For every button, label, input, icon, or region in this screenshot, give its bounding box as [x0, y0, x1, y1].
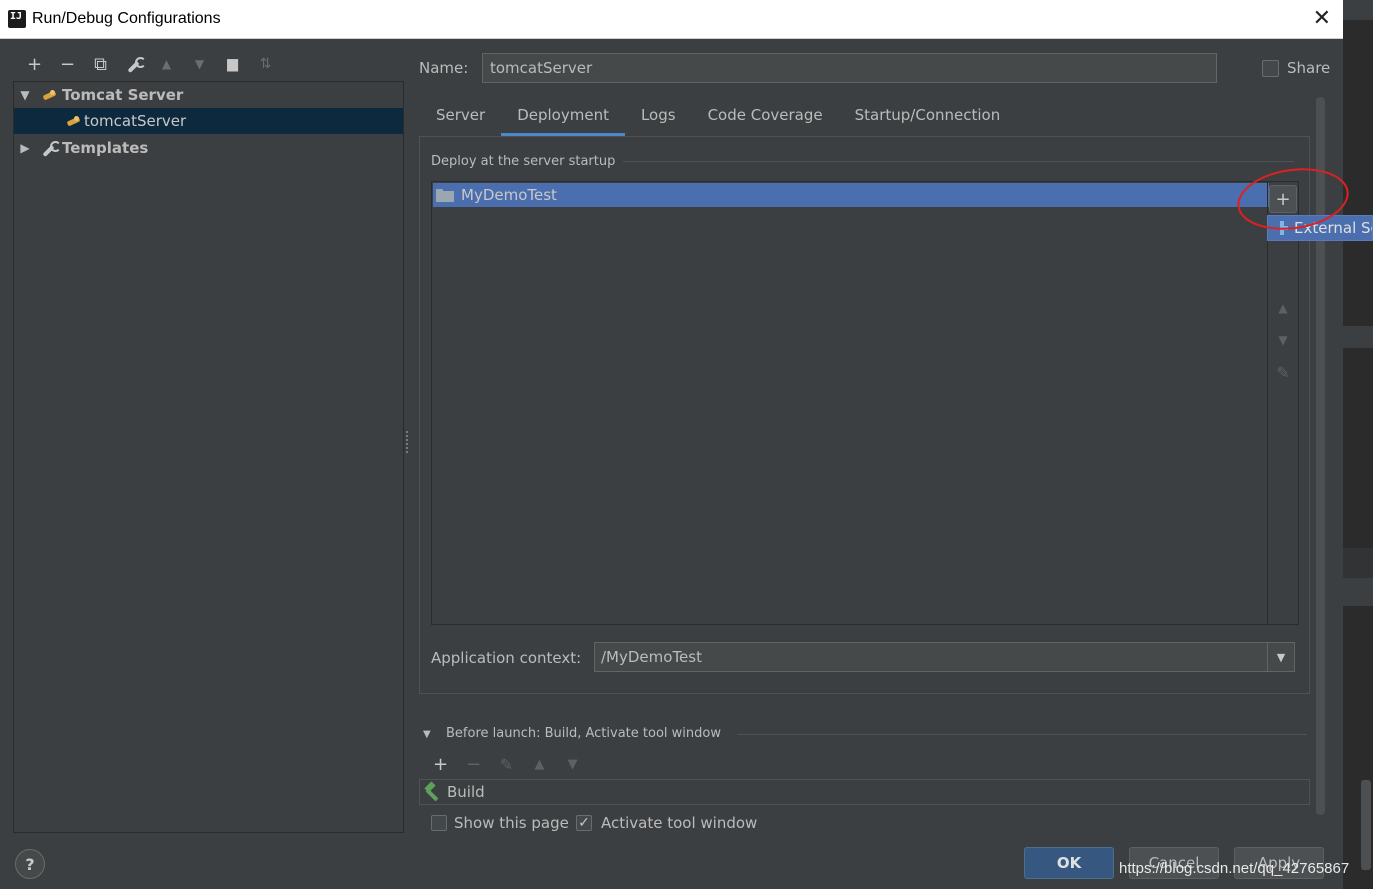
remove-task-icon[interactable]: −: [457, 753, 490, 775]
activate-tool-window-checkbox[interactable]: ✓: [576, 815, 592, 831]
dialog-body: + − ⧉ ▲ ▼ ▆ ⇅ ▼ Tomcat Server tomcatServ…: [0, 39, 1373, 889]
minus-icon[interactable]: −: [51, 53, 84, 75]
tree-item-templates[interactable]: ▶ Templates: [14, 135, 403, 161]
artifact-name: MyDemoTest: [461, 186, 557, 204]
list-item[interactable]: MyDemoTest: [433, 183, 1269, 207]
plus-icon[interactable]: +: [18, 53, 51, 75]
close-icon[interactable]: ✕: [1313, 6, 1331, 31]
add-task-icon[interactable]: +: [424, 753, 457, 775]
show-page-label: Show this page: [454, 814, 569, 832]
task-label: Build: [447, 783, 485, 801]
move-up-icon[interactable]: ▲: [523, 753, 556, 775]
config-tree: ▼ Tomcat Server tomcatServer ▶ Templates: [13, 81, 404, 833]
chevron-right-icon[interactable]: ▶: [18, 141, 32, 155]
wrench-icon: [40, 140, 61, 156]
tomcat-icon: [66, 114, 82, 128]
tree-item-label: tomcatServer: [84, 112, 187, 130]
move-down-icon[interactable]: ▼: [1268, 326, 1298, 354]
tab-strip: Server Deployment Logs Code Coverage Sta…: [420, 97, 1016, 136]
divider: [622, 161, 1294, 162]
activate-tool-window-label: Activate tool window: [601, 814, 758, 832]
tab-server[interactable]: Server: [420, 97, 501, 136]
background-window-strip: [1343, 0, 1373, 889]
deploy-group-label: Deploy at the server startup: [431, 154, 624, 169]
chevron-down-icon[interactable]: ▼: [18, 88, 32, 102]
sort-icon[interactable]: ⇅: [249, 53, 282, 75]
name-field[interactable]: [482, 53, 1217, 83]
folder-icon: [436, 188, 454, 202]
edit-icon[interactable]: ✎: [490, 753, 523, 775]
before-launch-label: Before launch: Build, Activate tool wind…: [446, 726, 721, 741]
help-button[interactable]: ?: [15, 849, 45, 879]
before-launch-toolbar: + − ✎ ▲ ▼: [424, 753, 589, 775]
share-label: Share: [1287, 59, 1331, 77]
collapse-toggle-icon[interactable]: ▼: [423, 729, 431, 740]
edit-icon[interactable]: ✎: [1268, 358, 1298, 386]
tree-item-label: Tomcat Server: [62, 86, 184, 104]
copy-icon[interactable]: ⧉: [84, 53, 117, 75]
tree-item-tomcatserver[interactable]: tomcatServer: [14, 108, 403, 134]
tree-item-tomcat-server[interactable]: ▼ Tomcat Server: [14, 82, 403, 108]
tab-deployment[interactable]: Deployment: [501, 97, 625, 136]
move-down-icon[interactable]: ▼: [556, 753, 589, 775]
show-page-checkbox[interactable]: [431, 815, 447, 831]
wrench-icon[interactable]: [117, 53, 150, 75]
background-scrollbar: [1361, 780, 1371, 870]
app-context-label: Application context:: [431, 649, 582, 667]
tab-logs[interactable]: Logs: [625, 97, 692, 136]
folder-add-icon[interactable]: ▆: [216, 53, 249, 75]
window-title: Run/Debug Configurations: [32, 10, 221, 27]
app-context-value: /MyDemoTest: [601, 648, 702, 666]
tree-item-label: Templates: [62, 139, 149, 157]
intellij-logo-icon: IJ: [5, 7, 29, 31]
arrow-down-icon[interactable]: ▼: [183, 53, 216, 75]
app-context-combo[interactable]: /MyDemoTest ▼: [594, 642, 1295, 672]
build-hammer-icon: [425, 784, 443, 800]
deploy-list-toolbar: + ▲ ▼ ✎: [1267, 182, 1298, 624]
config-toolbar: + − ⧉ ▲ ▼ ▆ ⇅: [18, 53, 282, 75]
tomcat-icon: [42, 88, 58, 102]
list-item[interactable]: Build: [419, 779, 1310, 805]
ok-button[interactable]: OK: [1024, 847, 1114, 879]
chevron-down-icon[interactable]: ▼: [1267, 643, 1294, 671]
splitter-handle[interactable]: [406, 431, 410, 453]
arrow-up-icon[interactable]: ▲: [150, 53, 183, 75]
divider: [737, 734, 1307, 735]
watermark-text: https://blog.csdn.net/qq_42765867: [1119, 860, 1350, 877]
share-checkbox[interactable]: [1262, 60, 1279, 77]
tab-startup-connection[interactable]: Startup/Connection: [839, 97, 1017, 136]
name-label: Name:: [419, 59, 469, 77]
deploy-list[interactable]: MyDemoTest: [431, 181, 1299, 625]
move-up-icon[interactable]: ▲: [1268, 294, 1298, 322]
tab-code-coverage[interactable]: Code Coverage: [692, 97, 839, 136]
title-bar: IJ Run/Debug Configurations ✕: [0, 0, 1343, 39]
